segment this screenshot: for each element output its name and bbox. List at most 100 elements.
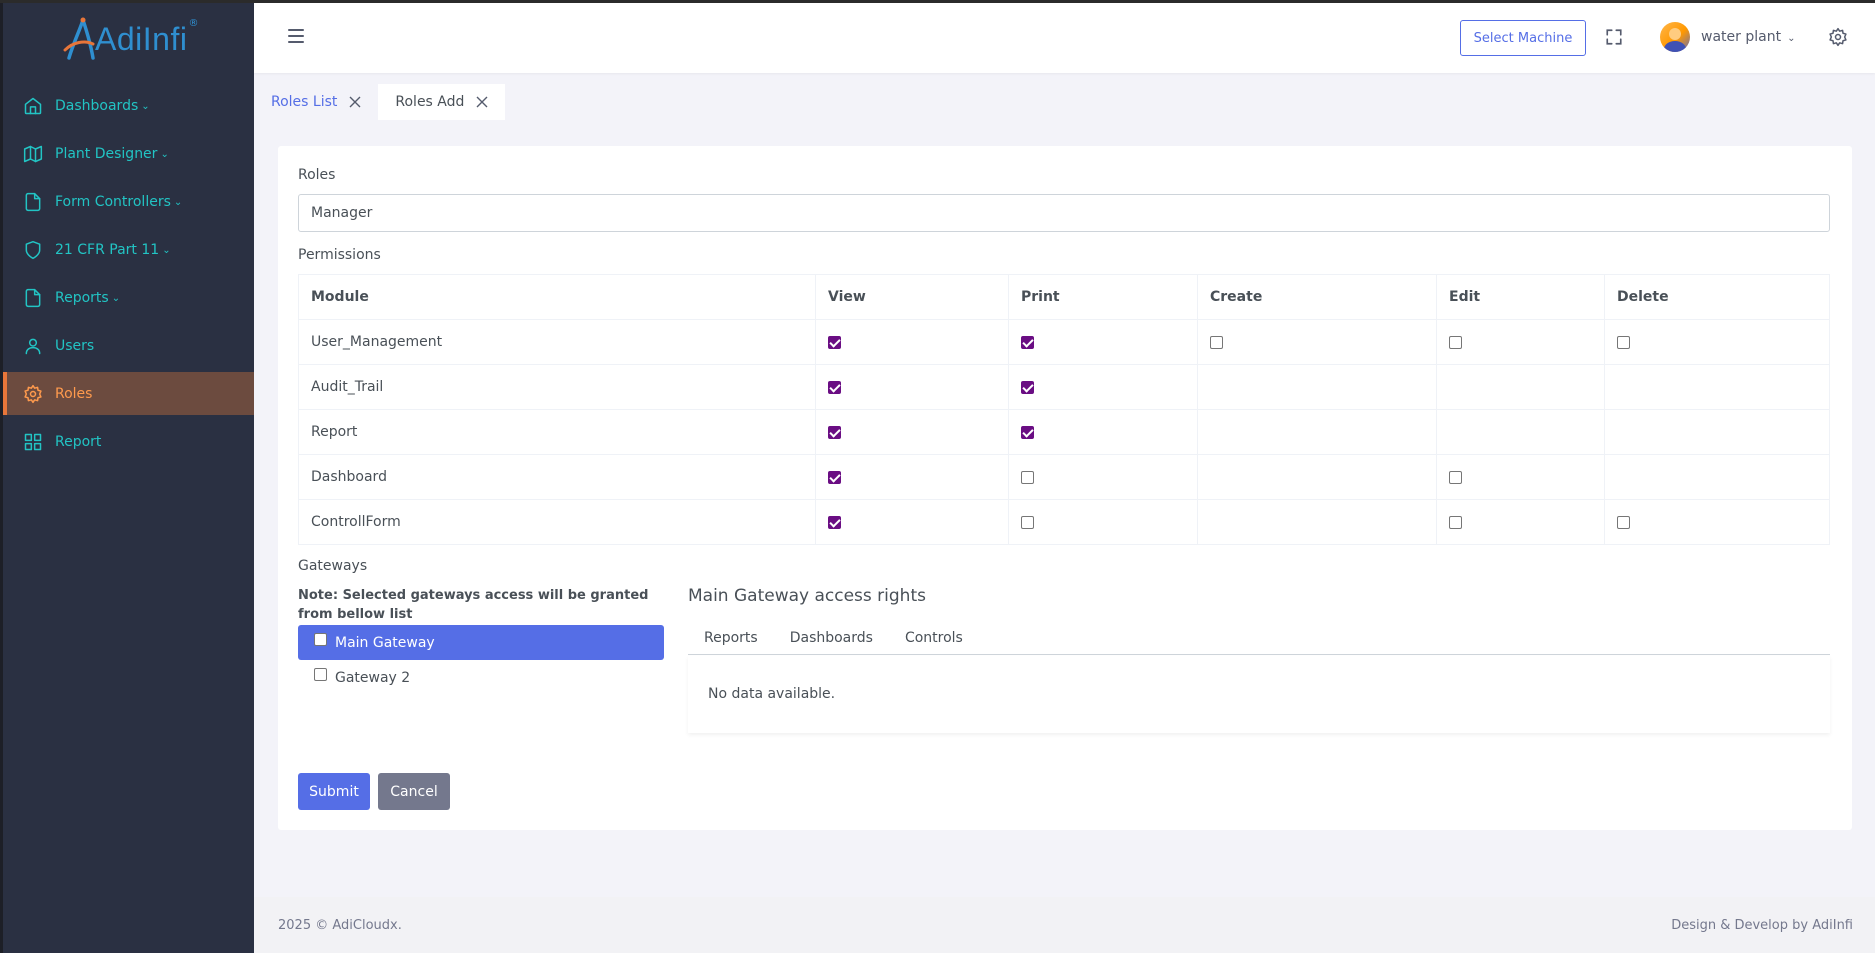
- submit-button[interactable]: Submit: [298, 773, 370, 810]
- permission-checkbox-print[interactable]: [1021, 335, 1034, 349]
- permission-checkbox-print[interactable]: [1021, 425, 1034, 439]
- user-icon: [25, 338, 41, 354]
- permission-cell: [1604, 499, 1830, 545]
- map-icon: [23, 145, 43, 162]
- tab-controls[interactable]: Controls: [889, 620, 979, 655]
- sidebar-item-label: Plant Designer: [55, 145, 158, 162]
- permission-checkbox-edit[interactable]: [1449, 470, 1462, 484]
- column-header: Module: [298, 274, 816, 320]
- sidebar-item-report[interactable]: Report: [3, 420, 254, 463]
- gateway-item-main[interactable]: Main Gateway: [298, 625, 664, 660]
- sidebar-item-label: Form Controllers: [55, 193, 171, 210]
- permission-checkbox-delete[interactable]: [1617, 335, 1630, 349]
- permission-cell: [815, 409, 1009, 455]
- tab-roles-add[interactable]: Roles Add: [378, 84, 506, 120]
- permission-cell: [1197, 409, 1437, 455]
- sidebar-item-dashboards[interactable]: Dashboards ⌄: [3, 84, 254, 127]
- avatar: [1660, 22, 1690, 52]
- sidebar-item-label: Roles: [55, 385, 93, 402]
- tab-dashboards[interactable]: Dashboards: [774, 620, 889, 655]
- column-header: View: [815, 274, 1009, 320]
- sidebar-nav: Dashboards ⌄ Plant Designer ⌄ Form Control…: [3, 84, 254, 468]
- column-header: Print: [1008, 274, 1198, 320]
- permission-checkbox-create[interactable]: [1210, 335, 1223, 349]
- sidebar-item-21-cfr-part-11[interactable]: 21 CFR Part 11 ⌄: [3, 228, 254, 271]
- close-icon[interactable]: [476, 96, 488, 108]
- access-rights-panel: No data available.: [688, 656, 1830, 733]
- permission-cell: [1436, 454, 1605, 500]
- module-name: ControllForm: [298, 499, 816, 545]
- gear-icon: [24, 384, 42, 403]
- module-name: User_Management: [298, 319, 816, 365]
- sidebar-item-users[interactable]: Users: [3, 324, 254, 367]
- table-row: User_Management: [298, 319, 1830, 365]
- tab-roles-list[interactable]: Roles List: [254, 84, 378, 120]
- permission-checkbox-edit[interactable]: [1449, 335, 1462, 349]
- gateway-item-2[interactable]: Gateway 2: [298, 660, 664, 695]
- permission-cell: [1197, 499, 1437, 545]
- permission-checkbox-print[interactable]: [1021, 470, 1034, 484]
- permission-cell: [1436, 499, 1605, 545]
- permission-cell: [1604, 319, 1830, 365]
- roles-form-card: Roles Permissions Module View Print Crea…: [278, 146, 1852, 830]
- permission-checkbox-view[interactable]: [828, 335, 841, 349]
- table-row: Audit_Trail: [298, 364, 1830, 410]
- permission-checkbox-edit[interactable]: [1449, 515, 1462, 529]
- grid-icon: [24, 433, 42, 450]
- permission-checkbox-view[interactable]: [828, 425, 841, 439]
- close-icon[interactable]: [349, 96, 361, 108]
- sidebar-item-reports[interactable]: Reports ⌄: [3, 276, 254, 319]
- sidebar-item-label: Report: [55, 433, 102, 450]
- file-icon: [25, 192, 41, 211]
- gateway-checkbox[interactable]: [314, 668, 327, 681]
- permission-checkbox-view[interactable]: [828, 470, 841, 484]
- permission-cell: [1008, 319, 1198, 365]
- sidebar-item-label: Dashboards: [55, 97, 139, 114]
- chevron-down-icon: ⌄: [173, 197, 183, 208]
- permission-cell: [1604, 454, 1830, 500]
- table-row: ControllForm: [298, 499, 1830, 545]
- chevron-down-icon: ⌄: [111, 293, 121, 304]
- gateway-label: Gateway 2: [335, 669, 411, 686]
- user-name: water plant: [1701, 29, 1782, 45]
- chevron-down-icon: ⌄: [141, 101, 150, 112]
- logo[interactable]: AdiInfi ®: [63, 14, 198, 64]
- permission-cell: [1604, 409, 1830, 455]
- select-machine-button[interactable]: Select Machine: [1460, 20, 1586, 56]
- sidebar-item-form-controllers[interactable]: Form Controllers ⌄: [3, 180, 254, 223]
- permission-checkbox-print[interactable]: [1021, 515, 1034, 529]
- permission-cell: [815, 319, 1009, 365]
- module-name: Report: [298, 409, 816, 455]
- permission-cell: [1008, 409, 1198, 455]
- roles-input[interactable]: [298, 194, 1830, 232]
- permission-cell: [1008, 499, 1198, 545]
- window-top-border: [0, 0, 1875, 3]
- permission-checkbox-view[interactable]: [828, 380, 841, 394]
- sidebar-item-label: Reports: [55, 289, 109, 306]
- permission-checkbox-view[interactable]: [828, 515, 841, 529]
- home-icon: [24, 97, 42, 114]
- footer-credits: Design & Develop by AdiInfi: [1671, 918, 1853, 933]
- no-data-text: No data available.: [708, 686, 836, 702]
- permission-checkbox-print[interactable]: [1021, 380, 1034, 394]
- fullscreen-icon[interactable]: [1605, 28, 1623, 46]
- table-row: Report: [298, 409, 1830, 455]
- page-tabs: Roles List Roles Add: [254, 84, 506, 120]
- cancel-button[interactable]: Cancel: [378, 773, 450, 810]
- user-menu[interactable]: water plant ⌄: [1660, 22, 1795, 52]
- gateway-checkbox[interactable]: [314, 633, 327, 646]
- module-name: Audit_Trail: [298, 364, 816, 410]
- permission-cell: [1197, 319, 1437, 365]
- logo-icon: [63, 17, 95, 60]
- menu-icon[interactable]: [288, 29, 304, 43]
- sidebar-item-plant-designer[interactable]: Plant Designer ⌄: [3, 132, 254, 175]
- permission-cell: [1197, 364, 1437, 410]
- chevron-down-icon: ⌄: [160, 149, 169, 160]
- tab-reports[interactable]: Reports: [688, 620, 774, 655]
- chevron-down-icon: ⌄: [162, 245, 171, 256]
- settings-gear-icon[interactable]: [1828, 27, 1848, 47]
- sidebar-item-roles[interactable]: Roles: [3, 372, 254, 415]
- permissions-label: Permissions: [298, 247, 381, 263]
- permission-checkbox-delete[interactable]: [1617, 515, 1630, 529]
- footer: 2025 © AdiCloudx. Design & Develop by Ad…: [254, 897, 1875, 953]
